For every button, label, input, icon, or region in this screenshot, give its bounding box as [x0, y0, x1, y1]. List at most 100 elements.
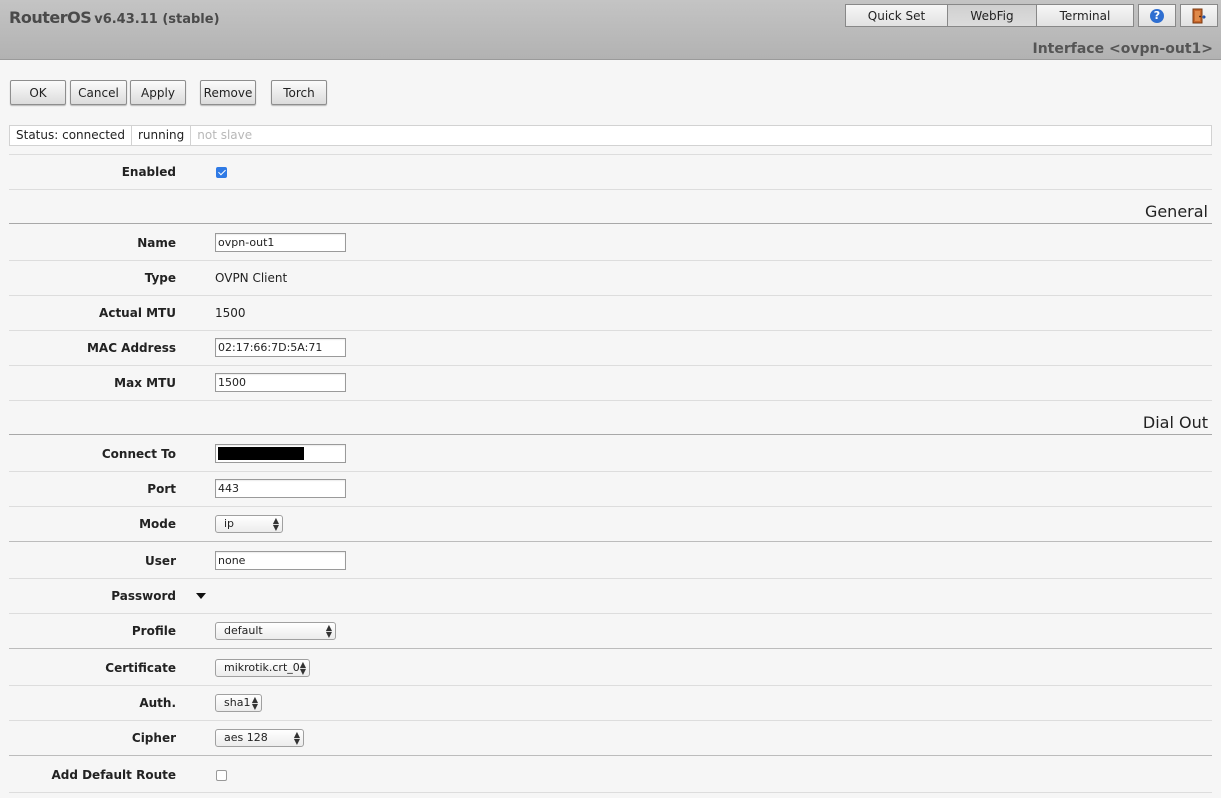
name-label: Name — [137, 236, 176, 250]
password-label: Password — [111, 589, 176, 603]
mode-row: Mode ip ▲ ▼ — [9, 515, 1212, 533]
apply-button[interactable]: Apply — [130, 80, 186, 105]
divider — [9, 755, 1212, 756]
select-arrows-icon: ▲ ▼ — [325, 623, 332, 639]
divider — [9, 685, 1212, 686]
help-icon: ? — [1150, 8, 1164, 23]
certificate-label: Certificate — [105, 661, 176, 675]
divider — [9, 541, 1212, 542]
actual-mtu-value: 1500 — [215, 306, 246, 320]
quick-set-tab[interactable]: Quick Set — [845, 4, 948, 27]
ok-button[interactable]: OK — [10, 80, 66, 105]
profile-select[interactable]: default ▲ ▼ — [215, 622, 336, 640]
name-input[interactable]: ovpn-out1 — [215, 233, 346, 252]
type-value: OVPN Client — [215, 271, 288, 285]
divider — [9, 400, 1212, 401]
user-input[interactable]: none — [215, 551, 346, 570]
mac-address-input[interactable]: 02:17:66:7D:5A:71 — [215, 338, 346, 357]
name-row: Name ovpn-out1 — [9, 233, 1212, 252]
max-mtu-label: Max MTU — [114, 376, 176, 390]
mode-select-value: ip — [224, 517, 235, 530]
mode-label: Mode — [139, 517, 176, 531]
password-row: Password — [9, 589, 1212, 605]
type-label: Type — [144, 271, 176, 285]
select-arrows-icon: ▲ ▼ — [293, 730, 300, 746]
status-connected: Status: connected — [10, 126, 132, 145]
dial-out-section-header: Dial Out — [9, 408, 1212, 435]
brand-name: RouterOS — [9, 8, 92, 27]
user-row: User none — [9, 551, 1212, 570]
general-section-title: General — [1144, 202, 1208, 221]
terminal-tab[interactable]: Terminal — [1036, 4, 1134, 27]
cipher-select[interactable]: aes 128 ▲ ▼ — [215, 729, 304, 747]
connect-to-input[interactable] — [215, 444, 346, 463]
port-row: Port 443 — [9, 479, 1212, 498]
top-nav: Quick Set WebFig Terminal ? — [845, 4, 1218, 27]
divider — [9, 295, 1212, 296]
port-input[interactable]: 443 — [215, 479, 346, 498]
actual-mtu-label: Actual MTU — [99, 306, 176, 320]
divider — [9, 506, 1212, 507]
status-bar: Status: connected running not slave — [9, 125, 1212, 146]
select-arrows-icon: ▲ ▼ — [272, 516, 279, 532]
certificate-select-value: mikrotik.crt_0 — [224, 661, 300, 674]
brand-version: v6.43.11 (stable) — [94, 12, 220, 27]
profile-label: Profile — [131, 624, 176, 638]
help-button[interactable]: ? — [1138, 4, 1176, 27]
actual-mtu-row: Actual MTU 1500 — [9, 306, 1212, 322]
brand: RouterOS v6.43.11 (stable) — [9, 8, 220, 27]
dial-out-section-title: Dial Out — [1142, 413, 1208, 432]
status-slave: not slave — [197, 128, 253, 142]
torch-button[interactable]: Torch — [271, 80, 327, 105]
max-mtu-input[interactable]: 1500 — [215, 373, 346, 392]
auth-row: Auth. sha1 ▲ ▼ — [9, 694, 1212, 712]
auth-select-value: sha1 — [224, 696, 251, 709]
connect-to-label: Connect To — [101, 447, 176, 461]
enabled-checkbox[interactable] — [216, 167, 227, 178]
select-arrows-icon: ▲ ▼ — [251, 695, 258, 711]
divider — [9, 648, 1212, 649]
top-bar: RouterOS v6.43.11 (stable) Quick Set WebF… — [0, 0, 1221, 60]
add-default-route-label: Add Default Route — [51, 768, 176, 782]
type-row: Type OVPN Client — [9, 271, 1212, 287]
general-section-header: General — [9, 197, 1212, 224]
expand-triangle-icon[interactable] — [196, 593, 206, 599]
cipher-label: Cipher — [131, 731, 176, 745]
mac-address-row: MAC Address 02:17:66:7D:5A:71 — [9, 338, 1212, 357]
port-label: Port — [147, 482, 176, 496]
max-mtu-row: Max MTU 1500 — [9, 373, 1212, 392]
auth-label: Auth. — [139, 696, 176, 710]
mode-select[interactable]: ip ▲ ▼ — [215, 515, 283, 533]
redacted-value — [218, 447, 304, 460]
profile-row: Profile default ▲ ▼ — [9, 622, 1212, 640]
logout-door-icon — [1192, 8, 1206, 23]
status-running: running — [132, 126, 192, 145]
divider — [9, 330, 1212, 331]
logout-button[interactable] — [1180, 4, 1218, 27]
profile-select-value: default — [224, 624, 263, 637]
divider — [9, 613, 1212, 614]
select-arrows-icon: ▲ ▼ — [299, 660, 306, 676]
connect-to-row: Connect To — [9, 444, 1212, 463]
divider — [9, 471, 1212, 472]
add-default-route-row: Add Default Route — [9, 768, 1212, 784]
cipher-row: Cipher aes 128 ▲ ▼ — [9, 729, 1212, 747]
remove-button[interactable]: Remove — [200, 80, 256, 105]
mac-address-label: MAC Address — [86, 341, 176, 355]
divider — [9, 365, 1212, 366]
cipher-select-value: aes 128 — [224, 731, 268, 744]
divider — [9, 578, 1212, 579]
divider — [9, 720, 1212, 721]
certificate-row: Certificate mikrotik.crt_0 ▲ ▼ — [9, 659, 1212, 677]
add-default-route-checkbox[interactable] — [216, 770, 227, 781]
divider — [9, 189, 1212, 190]
user-label: User — [145, 554, 176, 568]
webfig-tab[interactable]: WebFig — [947, 4, 1037, 27]
certificate-select[interactable]: mikrotik.crt_0 ▲ ▼ — [215, 659, 310, 677]
divider — [9, 154, 1212, 155]
cancel-button[interactable]: Cancel — [70, 80, 127, 105]
auth-select[interactable]: sha1 ▲ ▼ — [215, 694, 262, 712]
divider — [9, 260, 1212, 261]
enabled-label: Enabled — [121, 165, 176, 179]
window-title: Interface <ovpn-out1> — [1032, 41, 1214, 57]
